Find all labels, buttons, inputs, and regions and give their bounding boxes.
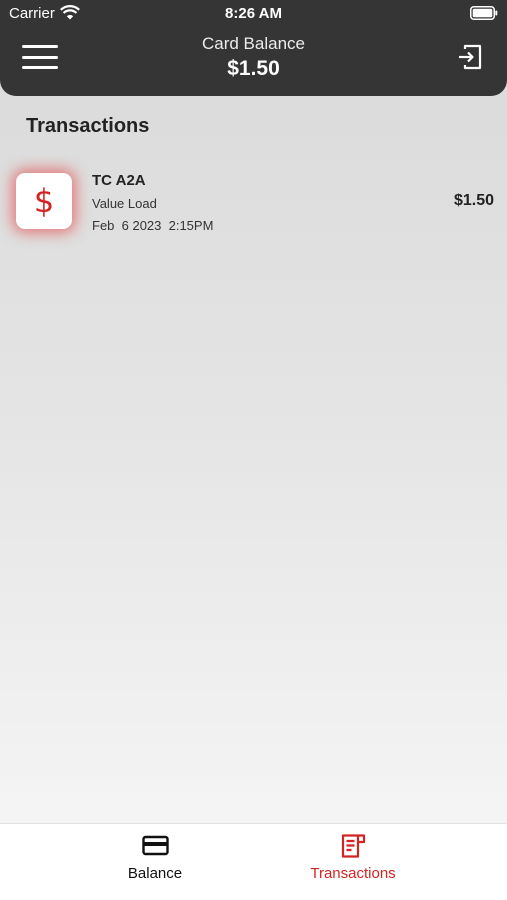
transaction-amount: $1.50 — [453, 192, 494, 209]
card-balance-amount: $1.50 — [227, 57, 280, 80]
status-bar: Carrier 8:26 AM — [0, 0, 507, 28]
transaction-name: TC A2A — [92, 172, 146, 189]
dollar-icon: $ — [16, 173, 72, 229]
transaction-type: Value Load — [92, 196, 157, 211]
battery-icon — [470, 6, 498, 20]
receipt-icon — [341, 834, 366, 858]
tab-transactions[interactable]: Transactions — [253, 824, 453, 900]
transactions-heading: Transactions — [26, 115, 150, 137]
status-time: 8:26 AM — [225, 5, 282, 22]
transaction-row[interactable]: $ TC A2A Value Load Feb 6 2023 2:15PM $1… — [0, 164, 507, 240]
tab-bar: Balance Transactions — [0, 823, 507, 900]
logout-icon[interactable] — [457, 43, 483, 71]
card-balance-title: Card Balance — [201, 34, 305, 53]
credit-card-icon — [142, 835, 169, 856]
app-header: Carrier 8:26 AM Card Balance $1.50 — [0, 0, 507, 96]
tab-transactions-label: Transactions — [310, 865, 396, 882]
tab-balance[interactable]: Balance — [55, 824, 255, 900]
transaction-date: Feb 6 2023 2:15PM — [92, 218, 214, 233]
tab-balance-label: Balance — [127, 865, 183, 882]
